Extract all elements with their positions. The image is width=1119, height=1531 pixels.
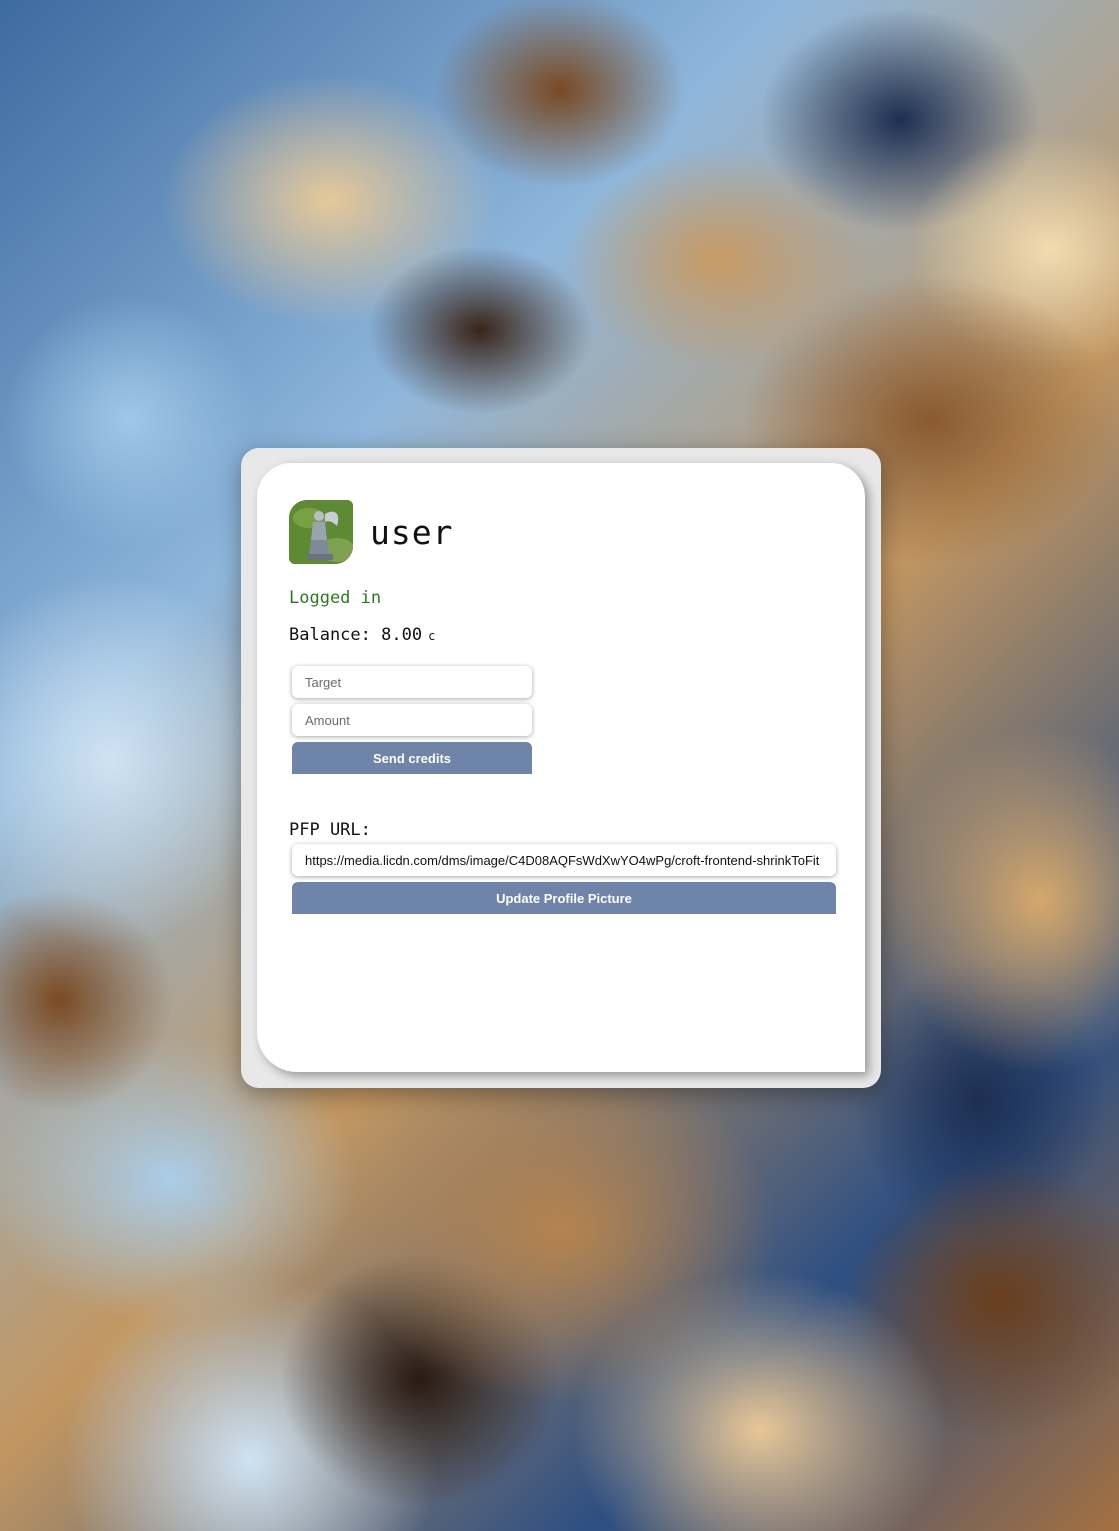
login-status: Logged in [289, 588, 382, 608]
balance-label: Balance: 8.00 [289, 625, 423, 645]
profile-header: user [289, 500, 453, 564]
target-input[interactable] [292, 666, 532, 698]
amount-input[interactable] [292, 704, 532, 736]
send-credits-button[interactable]: Send credits [292, 742, 532, 774]
avatar-statue-image [289, 500, 353, 564]
username: user [370, 512, 454, 552]
account-card: user Logged in Balance: 8.00 c Send credi… [257, 463, 865, 1072]
credit-unit-icon: c [428, 629, 436, 643]
pfp-url-label: PFP URL: [289, 820, 371, 840]
update-profile-picture-button[interactable]: Update Profile Picture [292, 882, 836, 914]
balance-display: Balance: 8.00 c [289, 625, 435, 645]
avatar [289, 500, 353, 564]
pfp-url-input[interactable] [292, 844, 836, 876]
